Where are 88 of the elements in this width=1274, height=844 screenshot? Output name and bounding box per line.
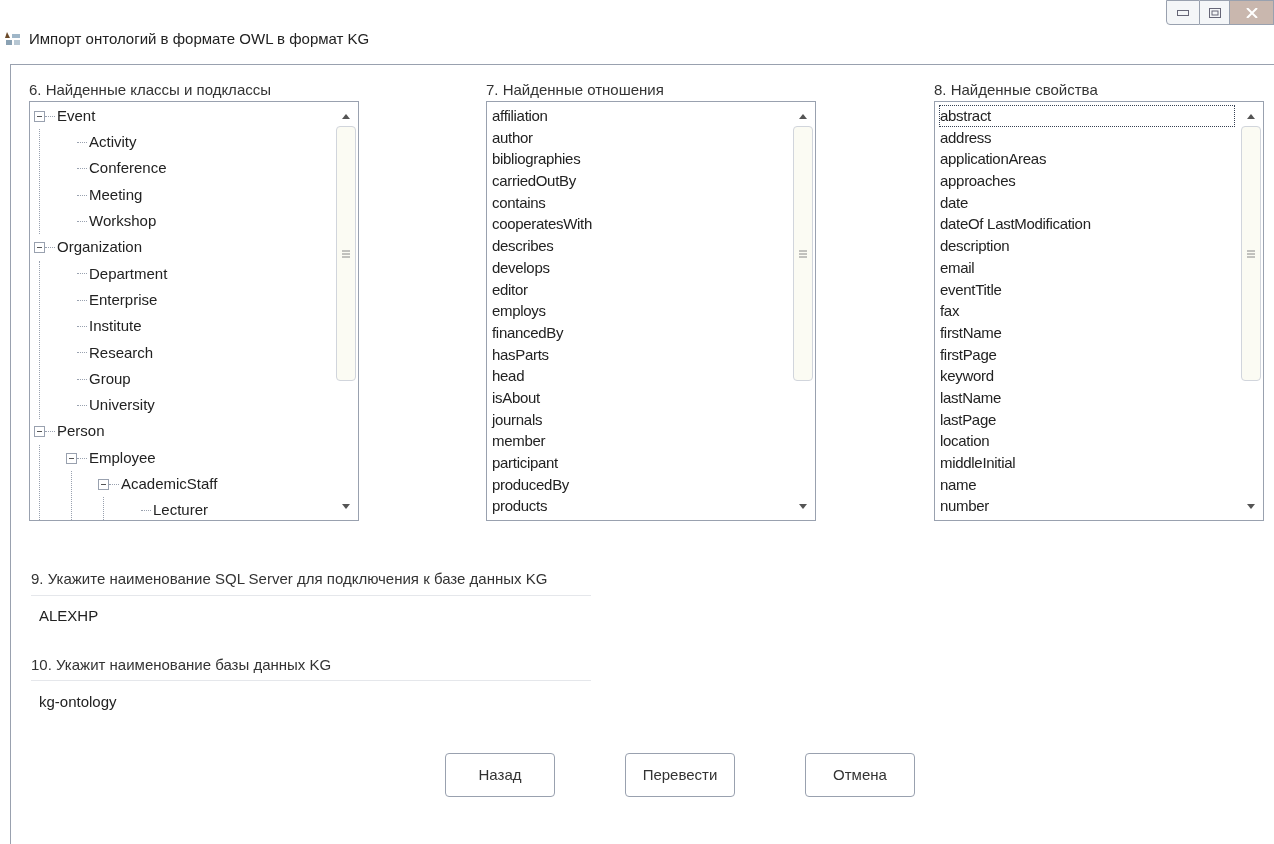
list-item[interactable]: editor (491, 278, 791, 301)
scroll-down-icon[interactable] (342, 503, 350, 509)
item-list[interactable]: abstract address applicationAreas approaches date dateOf LastModification description email eventTitle fax firstName firstPage keyword lastName lastPage location middleInitial name number (934, 101, 1264, 521)
scrollbar-thumb[interactable] (1241, 126, 1261, 381)
list-item[interactable]: firstName (939, 321, 1239, 344)
app-icon (5, 32, 21, 47)
list-item[interactable]: date (939, 191, 1239, 214)
grip-icon (342, 249, 350, 258)
section-label: 6. Найденные классы и подклассы (29, 80, 272, 100)
scroll-up-icon[interactable] (342, 113, 350, 119)
tree-item[interactable]: Organization (55, 236, 143, 259)
list-item[interactable]: financedBy (491, 321, 791, 344)
tree-item[interactable]: Enterprise (87, 288, 158, 312)
list-item[interactable]: cooperatesWith (491, 213, 791, 236)
list-item[interactable]: approaches (939, 170, 1239, 192)
list-item[interactable]: journals (491, 408, 791, 431)
scrollbar-thumb[interactable] (793, 126, 813, 381)
collapse-icon[interactable] (98, 478, 109, 490)
list-item[interactable]: keyword (939, 365, 1239, 387)
list-item[interactable]: producedBy (491, 473, 791, 496)
minimize-icon (1177, 9, 1189, 16)
list-item[interactable]: carriedOutBy (491, 170, 791, 192)
list-item[interactable]: head (491, 365, 791, 387)
grip-icon (799, 249, 807, 258)
list-item[interactable]: develops (491, 256, 791, 279)
list-item[interactable]: bibliographies (491, 148, 791, 171)
list-item[interactable]: employs (491, 300, 791, 322)
list-item[interactable]: contains (491, 191, 791, 214)
tree-item[interactable]: Event (55, 104, 96, 128)
maximize-button[interactable] (1200, 0, 1230, 25)
tree-item[interactable]: Person (55, 420, 105, 443)
list-item[interactable]: applicationAreas (939, 148, 1239, 171)
tree-item[interactable]: AcademicStaff (119, 473, 218, 496)
scroll-down-icon[interactable] (1247, 503, 1255, 509)
collapse-icon[interactable] (34, 242, 45, 254)
section-label: 7. Найденные отношения (486, 80, 665, 100)
close-icon (1245, 7, 1258, 18)
list-item[interactable]: author (491, 126, 791, 149)
tree-item[interactable]: Institute (87, 315, 142, 338)
collapse-icon[interactable] (66, 452, 77, 464)
list-item[interactable]: fax (939, 300, 1239, 322)
tree-item[interactable]: Group (87, 367, 131, 391)
scroll-up-icon[interactable] (1247, 113, 1255, 119)
list-item[interactable]: products (491, 495, 791, 518)
scrollbar-thumb[interactable] (336, 126, 356, 381)
scroll-up-icon[interactable] (799, 113, 807, 119)
tree-item[interactable]: Meeting (87, 183, 143, 207)
list-item[interactable]: number (939, 495, 1239, 518)
scroll-down-icon[interactable] (799, 503, 807, 509)
list-item[interactable]: dateOf LastModification (939, 213, 1239, 236)
dialog-button[interactable]: Перевести (625, 753, 735, 797)
tree-item[interactable]: Workshop (87, 210, 157, 233)
collapse-icon[interactable] (34, 426, 45, 438)
list-item[interactable]: lastName (939, 386, 1239, 409)
item-list[interactable]: affiliation author bibliographies carriedOutBy contains cooperatesWith describes develops editor employs financedBy hasParts head isAbout journals member participant producedBy products (486, 101, 816, 521)
tree-item[interactable]: Lecturer (151, 499, 209, 520)
list-item[interactable]: middleInitial (939, 452, 1239, 474)
list-item[interactable]: affiliation (491, 105, 791, 127)
list-item[interactable]: description (939, 235, 1239, 257)
list-item[interactable]: abstract (939, 105, 1235, 127)
list-item[interactable]: email (939, 256, 1239, 279)
list-item[interactable]: isAbout (491, 386, 791, 409)
list-item[interactable]: address (939, 126, 1239, 149)
list-item[interactable]: name (939, 473, 1239, 496)
class-tree[interactable]: Event Activity Conference Meeting Workshop Organization Department Enterprise Institute Research Group University Person Employee AcademicStaff Lecturer (29, 101, 359, 521)
collapse-icon[interactable] (34, 110, 45, 122)
dialog-button[interactable]: Отмена (805, 753, 915, 797)
window-title: Импорт онтологий в формате OWL в формат KG (29, 29, 370, 49)
minimize-button[interactable] (1166, 0, 1200, 25)
list-item[interactable]: firstPage (939, 343, 1239, 366)
grip-icon (1247, 249, 1255, 258)
tree-item[interactable]: Employee (87, 446, 156, 470)
list-item[interactable]: hasParts (491, 343, 791, 366)
list-item[interactable]: describes (491, 235, 791, 257)
tree-item[interactable]: Activity (87, 131, 137, 154)
dialog-button[interactable]: Назад (445, 753, 555, 797)
tree-item[interactable]: Research (87, 341, 154, 365)
list-item[interactable]: lastPage (939, 408, 1239, 431)
tree-item[interactable]: Conference (87, 157, 167, 180)
tree-item[interactable]: University (87, 394, 155, 417)
section-label: 8. Найденные свойства (934, 80, 1099, 100)
field-label: 9. Укажите наименование SQL Server для подключения к базе данных KG (31, 568, 591, 596)
list-item[interactable]: participant (491, 452, 791, 474)
tree-item[interactable]: Department (87, 262, 168, 286)
list-item[interactable]: eventTitle (939, 278, 1239, 301)
list-item[interactable]: location (939, 430, 1239, 452)
maximize-icon (1208, 7, 1221, 18)
list-item[interactable]: member (491, 430, 791, 452)
